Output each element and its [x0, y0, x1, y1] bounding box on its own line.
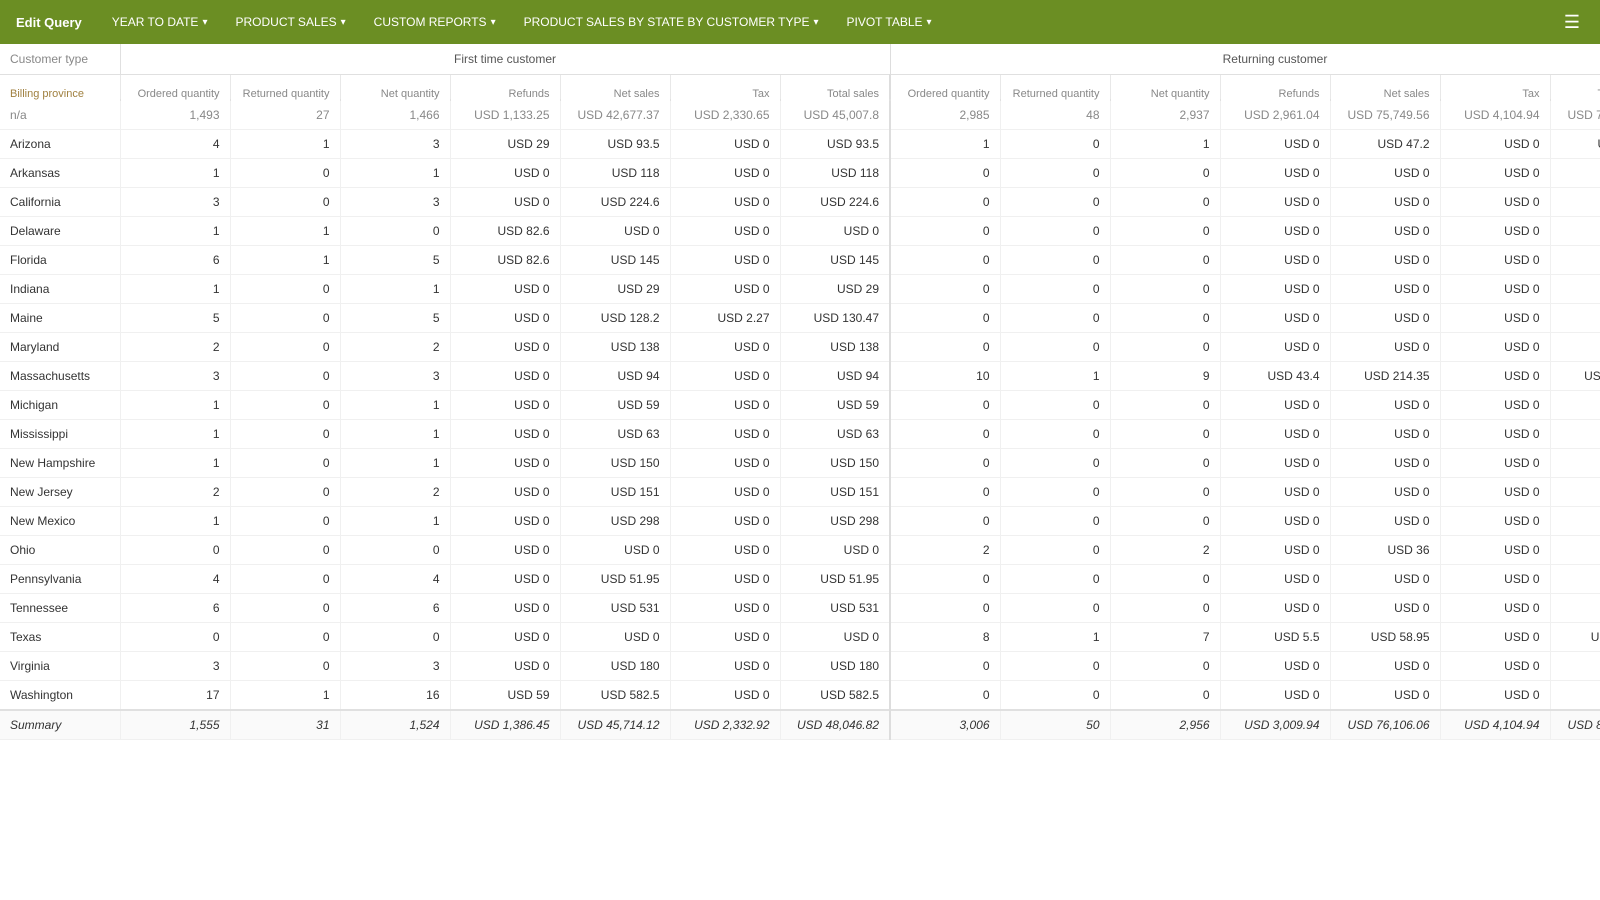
table-row: New Hampshire101USD 0USD 150USD 0USD 150… [0, 449, 1600, 478]
nav-product-sales[interactable]: PRODUCT SALES ▾ [221, 0, 359, 44]
table-row: Arkansas101USD 0USD 118USD 0USD 118000US… [0, 159, 1600, 188]
table-row: Pennsylvania404USD 0USD 51.95USD 0USD 51… [0, 565, 1600, 594]
rc-ordered-qty-header: Ordered quantity [890, 81, 1000, 107]
rc-returned-qty-header: Returned quantity [1000, 81, 1110, 107]
data-table: Customer type First time customer Return… [0, 44, 1600, 740]
summary-row: Summary1,555311,524USD 1,386.45USD 45,71… [0, 710, 1600, 740]
table-row: Indiana101USD 0USD 29USD 0USD 29000USD 0… [0, 275, 1600, 304]
customer-type-label: Customer type [0, 44, 120, 75]
table-row: Massachusetts303USD 0USD 94USD 0USD 9410… [0, 362, 1600, 391]
table-row: California303USD 0USD 224.6USD 0USD 224.… [0, 188, 1600, 217]
chevron-down-icon: ▾ [927, 17, 932, 28]
table-row: Maryland202USD 0USD 138USD 0USD 138000US… [0, 333, 1600, 362]
ft-refunds-header: Refunds [450, 81, 560, 107]
table-row: Maine505USD 0USD 128.2USD 2.27USD 130.47… [0, 304, 1600, 333]
chevron-down-icon: ▾ [341, 17, 346, 28]
ft-returned-qty-header: Returned quantity [230, 81, 340, 107]
rc-net-qty-header: Net quantity [1110, 81, 1220, 107]
hamburger-menu-icon[interactable]: ☰ [1556, 12, 1588, 33]
table-row: Mississippi101USD 0USD 63USD 0USD 63000U… [0, 420, 1600, 449]
ft-net-sales-header: Net sales [560, 81, 670, 107]
table-row: Texas000USD 0USD 0USD 0USD 0817USD 5.5US… [0, 623, 1600, 652]
ft-net-qty-header: Net quantity [340, 81, 450, 107]
table-row: Arizona413USD 29USD 93.5USD 0USD 93.5101… [0, 130, 1600, 159]
table-row: Delaware110USD 82.6USD 0USD 0USD 0000USD… [0, 217, 1600, 246]
table-row: Washington17116USD 59USD 582.5USD 0USD 5… [0, 681, 1600, 711]
chevron-down-icon: ▾ [202, 17, 207, 28]
table-row: Florida615USD 82.6USD 145USD 0USD 145000… [0, 246, 1600, 275]
rc-total-sales-header: Total sales [1550, 81, 1600, 107]
rc-net-sales-header: Net sales [1330, 81, 1440, 107]
nav-pivot-table[interactable]: PIVOT TABLE ▾ [832, 0, 945, 44]
table-container: Customer type First time customer Return… [0, 44, 1600, 900]
navbar: Edit Query YEAR TO DATE ▾ PRODUCT SALES … [0, 0, 1600, 44]
table-row: New Jersey202USD 0USD 151USD 0USD 151000… [0, 478, 1600, 507]
returning-customer-header: Returning customer [890, 44, 1600, 75]
nav-year-to-date[interactable]: YEAR TO DATE ▾ [98, 0, 222, 44]
first-time-customer-header: First time customer [120, 44, 890, 75]
rc-refunds-header: Refunds [1220, 81, 1330, 107]
ft-tax-header: Tax [670, 81, 780, 107]
rc-tax-header: Tax [1440, 81, 1550, 107]
nav-report-title[interactable]: PRODUCT SALES BY STATE BY CUSTOMER TYPE … [510, 0, 833, 44]
edit-query-button[interactable]: Edit Query [12, 15, 98, 30]
table-row: New Mexico101USD 0USD 298USD 0USD 298000… [0, 507, 1600, 536]
ft-ordered-qty-header: Ordered quantity [120, 81, 230, 107]
table-row: Virginia303USD 0USD 180USD 0USD 180000US… [0, 652, 1600, 681]
table-row: Ohio000USD 0USD 0USD 0USD 0202USD 0USD 3… [0, 536, 1600, 565]
nav-custom-reports[interactable]: CUSTOM REPORTS ▾ [360, 0, 510, 44]
table-row: Tennessee606USD 0USD 531USD 0USD 531000U… [0, 594, 1600, 623]
chevron-down-icon: ▾ [813, 17, 818, 28]
billing-province-col-header: Billing province [0, 81, 120, 107]
ft-total-sales-header: Total sales [780, 81, 890, 107]
table-row: Michigan101USD 0USD 59USD 0USD 59000USD … [0, 391, 1600, 420]
chevron-down-icon: ▾ [491, 17, 496, 28]
